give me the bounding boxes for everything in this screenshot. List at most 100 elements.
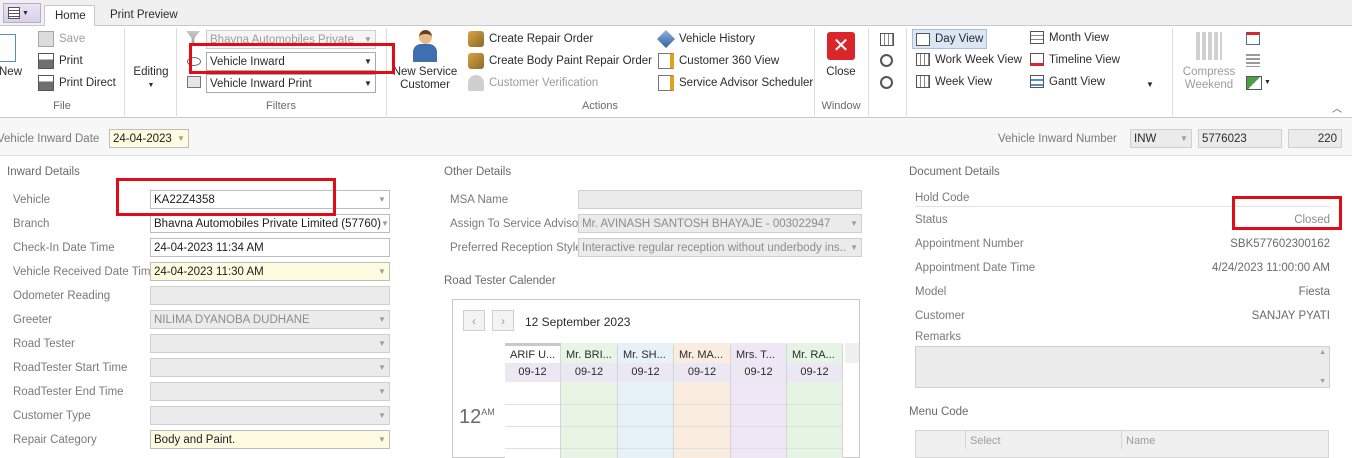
time-slot-divider (787, 404, 842, 405)
inward-prefix-value: INW (1134, 132, 1157, 145)
calendar-time-slot-column[interactable] (731, 382, 787, 458)
inward-number-field[interactable]: 5776023 (1198, 129, 1282, 148)
inward-field-input[interactable]: ▼ (150, 406, 390, 425)
tab-home[interactable]: Home (44, 5, 95, 26)
inward-field-label: Branch (13, 218, 50, 230)
create-body-paint-label: Create Body Paint Repair Order (489, 55, 652, 67)
collapse-ribbon-icon[interactable]: ︿ (1332, 100, 1342, 115)
save-icon (38, 31, 54, 47)
zoom-out-icon[interactable] (880, 76, 893, 89)
remarks-field[interactable]: ▲ ▼ (915, 346, 1330, 388)
calendar-resource-date[interactable]: 09-12 (561, 363, 618, 382)
scroll-down-icon[interactable]: ▼ (1319, 378, 1326, 385)
user-check-icon (468, 75, 484, 91)
customer-verification-button[interactable]: Customer Verification (468, 75, 598, 91)
calendar-resource-header[interactable]: Mr. SH... (618, 343, 674, 363)
calendar-time-slot-column[interactable] (674, 382, 731, 458)
compress-weekend-button[interactable]: Compress Weekend (1180, 32, 1238, 92)
chevron-down-icon: ▼ (850, 243, 859, 252)
chevron-down-icon: ▼ (378, 411, 386, 420)
calendar-next-button[interactable]: › (492, 310, 514, 331)
new-button[interactable]: New (0, 32, 24, 82)
editing-button[interactable]: Editing ▼ (128, 66, 174, 92)
calendar-resource-date[interactable]: 09-12 (787, 363, 843, 382)
calendar-resource-header[interactable]: Mrs. T... (731, 343, 787, 363)
vehicle-history-button[interactable]: Vehicle History (656, 29, 755, 49)
timeline-view-button[interactable]: Timeline View (1030, 53, 1120, 66)
calendar-resource-header[interactable]: Mr. BRI... (561, 343, 618, 363)
print-view-select[interactable]: Vehicle Inward Print ▼ (206, 74, 376, 93)
create-repair-order-button[interactable]: Create Repair Order (468, 31, 593, 47)
inward-prefix-select[interactable]: INW ▼ (1130, 129, 1192, 148)
inward-field-input[interactable] (150, 286, 390, 305)
grid-column-select[interactable]: Select (970, 435, 1001, 447)
calendar-time-slot-column[interactable] (561, 382, 618, 458)
inward-field-input[interactable]: Body and Paint. ▼ (150, 430, 390, 449)
gantt-view-button[interactable]: Gantt View (1030, 75, 1105, 88)
month-view-button[interactable]: Month View (1030, 31, 1109, 44)
calendar-scrollbar[interactable] (845, 343, 859, 363)
calendar-resource-date[interactable]: 09-12 (618, 363, 674, 382)
calendar-week-icon (916, 53, 930, 66)
inward-field-input[interactable]: ▼ (150, 358, 390, 377)
msa-name-field[interactable] (578, 190, 862, 209)
close-button[interactable]: ✕ Close (820, 32, 862, 79)
inward-field-input[interactable]: Bhavna Automobiles Private Limited (5776… (150, 214, 390, 233)
time-slot-divider (731, 404, 786, 405)
inward-field-input[interactable]: ▼ (150, 334, 390, 353)
preferred-reception-select[interactable]: Interactive regular reception without un… (578, 238, 862, 257)
calendar-resource-date[interactable]: 09-12 (731, 363, 787, 382)
day-view-button[interactable]: Day View (912, 29, 988, 49)
inward-suffix-field[interactable]: 220 (1288, 129, 1342, 148)
create-body-paint-button[interactable]: Create Body Paint Repair Order (468, 53, 652, 69)
inward-field-input[interactable]: 24-04-2023 11:34 AM (150, 238, 390, 257)
calendar-resource-date[interactable]: 09-12 (505, 363, 561, 382)
calendar-settings-icon[interactable] (1246, 32, 1260, 45)
assign-advisor-select[interactable]: Mr. AVINASH SANTOSH BHAYAJE - 003022947 … (578, 214, 862, 233)
work-week-view-button[interactable]: Work Week View (916, 53, 1022, 66)
gantt-icon (1030, 75, 1044, 88)
chevron-down-icon[interactable]: ▼ (1146, 80, 1154, 89)
compress-weekend-label-2: Weekend (1184, 79, 1234, 91)
inward-field-input[interactable]: 24-04-2023 11:30 AM ▼ (150, 262, 390, 281)
calendar-grid-icon[interactable] (880, 33, 894, 46)
calendar-prev-button[interactable]: ‹ (463, 310, 485, 331)
chevron-down-icon[interactable]: ▼ (1264, 79, 1271, 86)
group-caption-window: Window (821, 100, 861, 112)
application-menu-button[interactable]: ▼ (3, 3, 41, 23)
calendar-resource-date[interactable]: 09-12 (674, 363, 731, 382)
new-service-customer-button[interactable]: New Service Customer (392, 30, 458, 92)
list-icon[interactable] (1246, 54, 1260, 67)
customer-360-button[interactable]: Customer 360 View (658, 53, 779, 69)
inward-field-input[interactable]: NILIMA DYANOBA DUDHANE ▼ (150, 310, 390, 329)
calendar-resource-header[interactable]: ARIF U... (505, 343, 561, 363)
inward-field-label: Odometer Reading (13, 290, 111, 302)
zoom-in-icon[interactable] (880, 54, 893, 67)
service-advisor-scheduler-button[interactable]: Service Advisor Scheduler (658, 75, 813, 91)
calendar-time-slot-column[interactable] (618, 382, 674, 458)
close-label: Close (826, 66, 856, 78)
week-view-button[interactable]: Week View (916, 75, 992, 88)
grid-column-name[interactable]: Name (1126, 435, 1155, 447)
vehicle-inward-date-field[interactable]: 24-04-2023 ▼ (109, 129, 189, 148)
scroll-up-icon[interactable]: ▲ (1319, 349, 1326, 356)
gantt-view-label: Gantt View (1049, 75, 1106, 88)
chevron-down-icon: ▼ (177, 134, 185, 143)
calendar-resource-header[interactable]: Mr. MA... (674, 343, 731, 363)
ribbon-tab-bar (0, 0, 1352, 26)
time-slot-divider (561, 404, 617, 405)
time-slot-divider (731, 448, 786, 449)
calendar-day-icon (916, 32, 930, 46)
print-direct-button[interactable]: Print Direct (38, 75, 116, 91)
calendar-time-slot-column[interactable] (787, 382, 843, 458)
inward-field-input[interactable]: ▼ (150, 382, 390, 401)
print-button[interactable]: Print (38, 53, 83, 69)
chevron-down-icon: ▼ (378, 267, 386, 276)
printer-icon (38, 53, 54, 69)
layout-icon[interactable] (1246, 76, 1262, 90)
inward-field-label: RoadTester Start Time (13, 362, 128, 374)
calendar-time-slot-column[interactable] (505, 382, 561, 458)
tab-print-preview[interactable]: Print Preview (100, 5, 188, 26)
save-button[interactable]: Save (38, 31, 85, 47)
calendar-resource-header[interactable]: Mr. RA... (787, 343, 843, 363)
